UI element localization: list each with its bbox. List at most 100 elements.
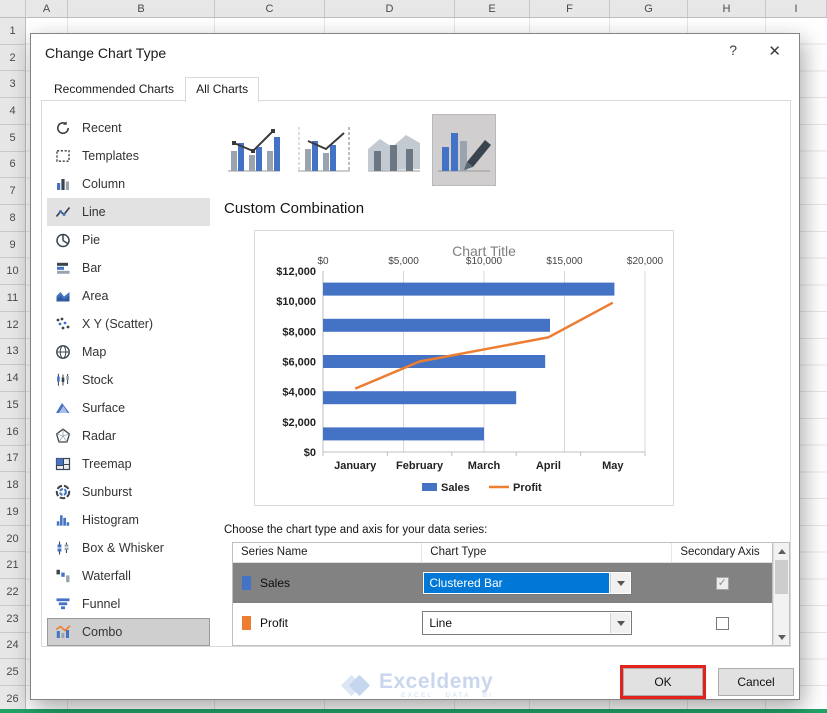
combo-subtype-custom-combination[interactable]	[432, 114, 496, 186]
dropdown-arrow-icon[interactable]	[610, 613, 630, 633]
combo-subtype-clustered-column-line[interactable]	[222, 114, 286, 186]
sidebar-item-label: Box & Whisker	[82, 541, 164, 555]
column-headers: ABCDEFGHI	[0, 0, 827, 18]
row-header-21[interactable]: 21	[0, 552, 25, 579]
secondary-axis-tick-label: $5,000	[388, 256, 419, 267]
sidebar-item-stock[interactable]: Stock	[47, 366, 210, 394]
dropdown-arrow-icon[interactable]	[610, 573, 630, 593]
scroll-down-icon[interactable]	[774, 629, 789, 645]
row-header-18[interactable]: 18	[0, 472, 25, 499]
series-row-profit[interactable]: ProfitLine	[233, 603, 772, 643]
series-name: Sales	[260, 576, 290, 590]
row-header-4[interactable]: 4	[0, 98, 25, 125]
combo-subtype-stacked-area-clustered-column[interactable]	[362, 114, 426, 186]
series-row-sales[interactable]: Sales Clustered Bar ✓	[233, 563, 772, 603]
row-header-22[interactable]: 22	[0, 579, 25, 606]
combo-subtype-clustered-column-line-secondary-axis[interactable]	[292, 114, 356, 186]
row-header-3[interactable]: 3	[0, 71, 25, 98]
sidebar-item-area[interactable]: Area	[47, 282, 210, 310]
row-header-1[interactable]: 1	[0, 18, 25, 45]
change-chart-type-dialog: Change Chart Type ? ✕ Recommended Charts…	[30, 33, 800, 700]
cancel-button[interactable]: Cancel	[718, 668, 794, 696]
sales-bar	[323, 319, 550, 332]
chart-type-dropdown[interactable]: Line	[422, 611, 632, 635]
column-header-E[interactable]: E	[455, 0, 530, 17]
column-header-C[interactable]: C	[215, 0, 325, 17]
select-all-corner[interactable]	[0, 0, 26, 17]
ok-button[interactable]: OK	[623, 668, 703, 696]
chart-preview: $0$5,000$10,000$15,000$20,000$0$2,000$4,…	[254, 230, 674, 506]
scroll-up-icon[interactable]	[774, 543, 789, 559]
sidebar-item-waterfall[interactable]: Waterfall	[47, 562, 210, 590]
row-header-23[interactable]: 23	[0, 606, 25, 633]
row-header-11[interactable]: 11	[0, 285, 25, 312]
primary-axis-tick-label: $2,000	[282, 417, 316, 429]
sidebar-item-line[interactable]: Line	[47, 198, 210, 226]
column-header-B[interactable]: B	[68, 0, 215, 17]
sidebar-item-treemap[interactable]: Treemap	[47, 450, 210, 478]
tab-all-charts[interactable]: All Charts	[185, 77, 259, 102]
tab-recommended-charts[interactable]: Recommended Charts	[43, 77, 185, 101]
chart-type-value: Clustered Bar	[424, 573, 609, 593]
sidebar-item-box-whisker[interactable]: Box & Whisker	[47, 534, 210, 562]
row-header-16[interactable]: 16	[0, 419, 25, 446]
sidebar-item-bar[interactable]: Bar	[47, 254, 210, 282]
series-table-scrollbar[interactable]	[773, 542, 790, 646]
sidebar-item-pie[interactable]: Pie	[47, 226, 210, 254]
column-header-F[interactable]: F	[530, 0, 610, 17]
sidebar-item-label: X Y (Scatter)	[82, 317, 153, 331]
series-color-swatch	[242, 576, 251, 590]
sales-bar	[323, 355, 545, 368]
sidebar-item-combo[interactable]: Combo	[47, 618, 210, 646]
row-header-5[interactable]: 5	[0, 125, 25, 152]
sidebar-item-radar[interactable]: Radar	[47, 422, 210, 450]
row-header-14[interactable]: 14	[0, 365, 25, 392]
row-header-15[interactable]: 15	[0, 392, 25, 419]
area-chart-icon	[55, 288, 73, 304]
row-header-25[interactable]: 25	[0, 659, 25, 686]
column-header-A[interactable]: A	[26, 0, 68, 17]
row-header-6[interactable]: 6	[0, 152, 25, 179]
sidebar-item-x-y-scatter[interactable]: X Y (Scatter)	[47, 310, 210, 338]
sidebar-item-column[interactable]: Column	[47, 170, 210, 198]
column-header-I[interactable]: I	[766, 0, 827, 17]
sidebar-item-label: Column	[82, 177, 125, 191]
sidebar-item-histogram[interactable]: Histogram	[47, 506, 210, 534]
close-icon[interactable]: ✕	[768, 42, 781, 60]
series-prompt: Choose the chart type and axis for your …	[224, 524, 487, 536]
column-header-D[interactable]: D	[325, 0, 455, 17]
sidebar-item-label: Surface	[82, 401, 125, 415]
secondary-axis-checkbox[interactable]: ✓	[716, 577, 729, 590]
sidebar-item-templates[interactable]: Templates	[47, 142, 210, 170]
row-header-7[interactable]: 7	[0, 178, 25, 205]
sidebar-item-funnel[interactable]: Funnel	[47, 590, 210, 618]
row-header-10[interactable]: 10	[0, 258, 25, 285]
help-icon[interactable]: ?	[729, 42, 737, 58]
chart-type-value: Line	[424, 613, 609, 633]
sidebar-item-label: Line	[82, 205, 106, 219]
column-header-G[interactable]: G	[610, 0, 688, 17]
sidebar-item-map[interactable]: Map	[47, 338, 210, 366]
sidebar-item-recent[interactable]: Recent	[47, 114, 210, 142]
row-header-13[interactable]: 13	[0, 339, 25, 366]
row-header-20[interactable]: 20	[0, 526, 25, 553]
subtype-title: Custom Combination	[224, 200, 364, 217]
sidebar-item-sunburst[interactable]: Sunburst	[47, 478, 210, 506]
combo-chart-preview: $0$5,000$10,000$15,000$20,000$0$2,000$4,…	[255, 231, 673, 505]
sidebar-item-surface[interactable]: Surface	[47, 394, 210, 422]
row-header-12[interactable]: 12	[0, 312, 25, 339]
dialog-tabs: Recommended Charts All Charts	[43, 77, 259, 101]
scrollbar-thumb[interactable]	[775, 560, 788, 594]
column-header-H[interactable]: H	[688, 0, 766, 17]
row-header-8[interactable]: 8	[0, 205, 25, 232]
primary-axis-tick-label: $12,000	[276, 266, 316, 278]
row-header-24[interactable]: 24	[0, 633, 25, 660]
secondary-axis-checkbox[interactable]	[716, 617, 729, 630]
category-label: February	[396, 460, 444, 472]
chart-type-dropdown[interactable]: Clustered Bar	[422, 571, 632, 595]
sidebar-item-label: Bar	[82, 261, 101, 275]
row-header-19[interactable]: 19	[0, 499, 25, 526]
row-header-17[interactable]: 17	[0, 446, 25, 473]
row-header-2[interactable]: 2	[0, 45, 25, 72]
row-header-9[interactable]: 9	[0, 232, 25, 259]
